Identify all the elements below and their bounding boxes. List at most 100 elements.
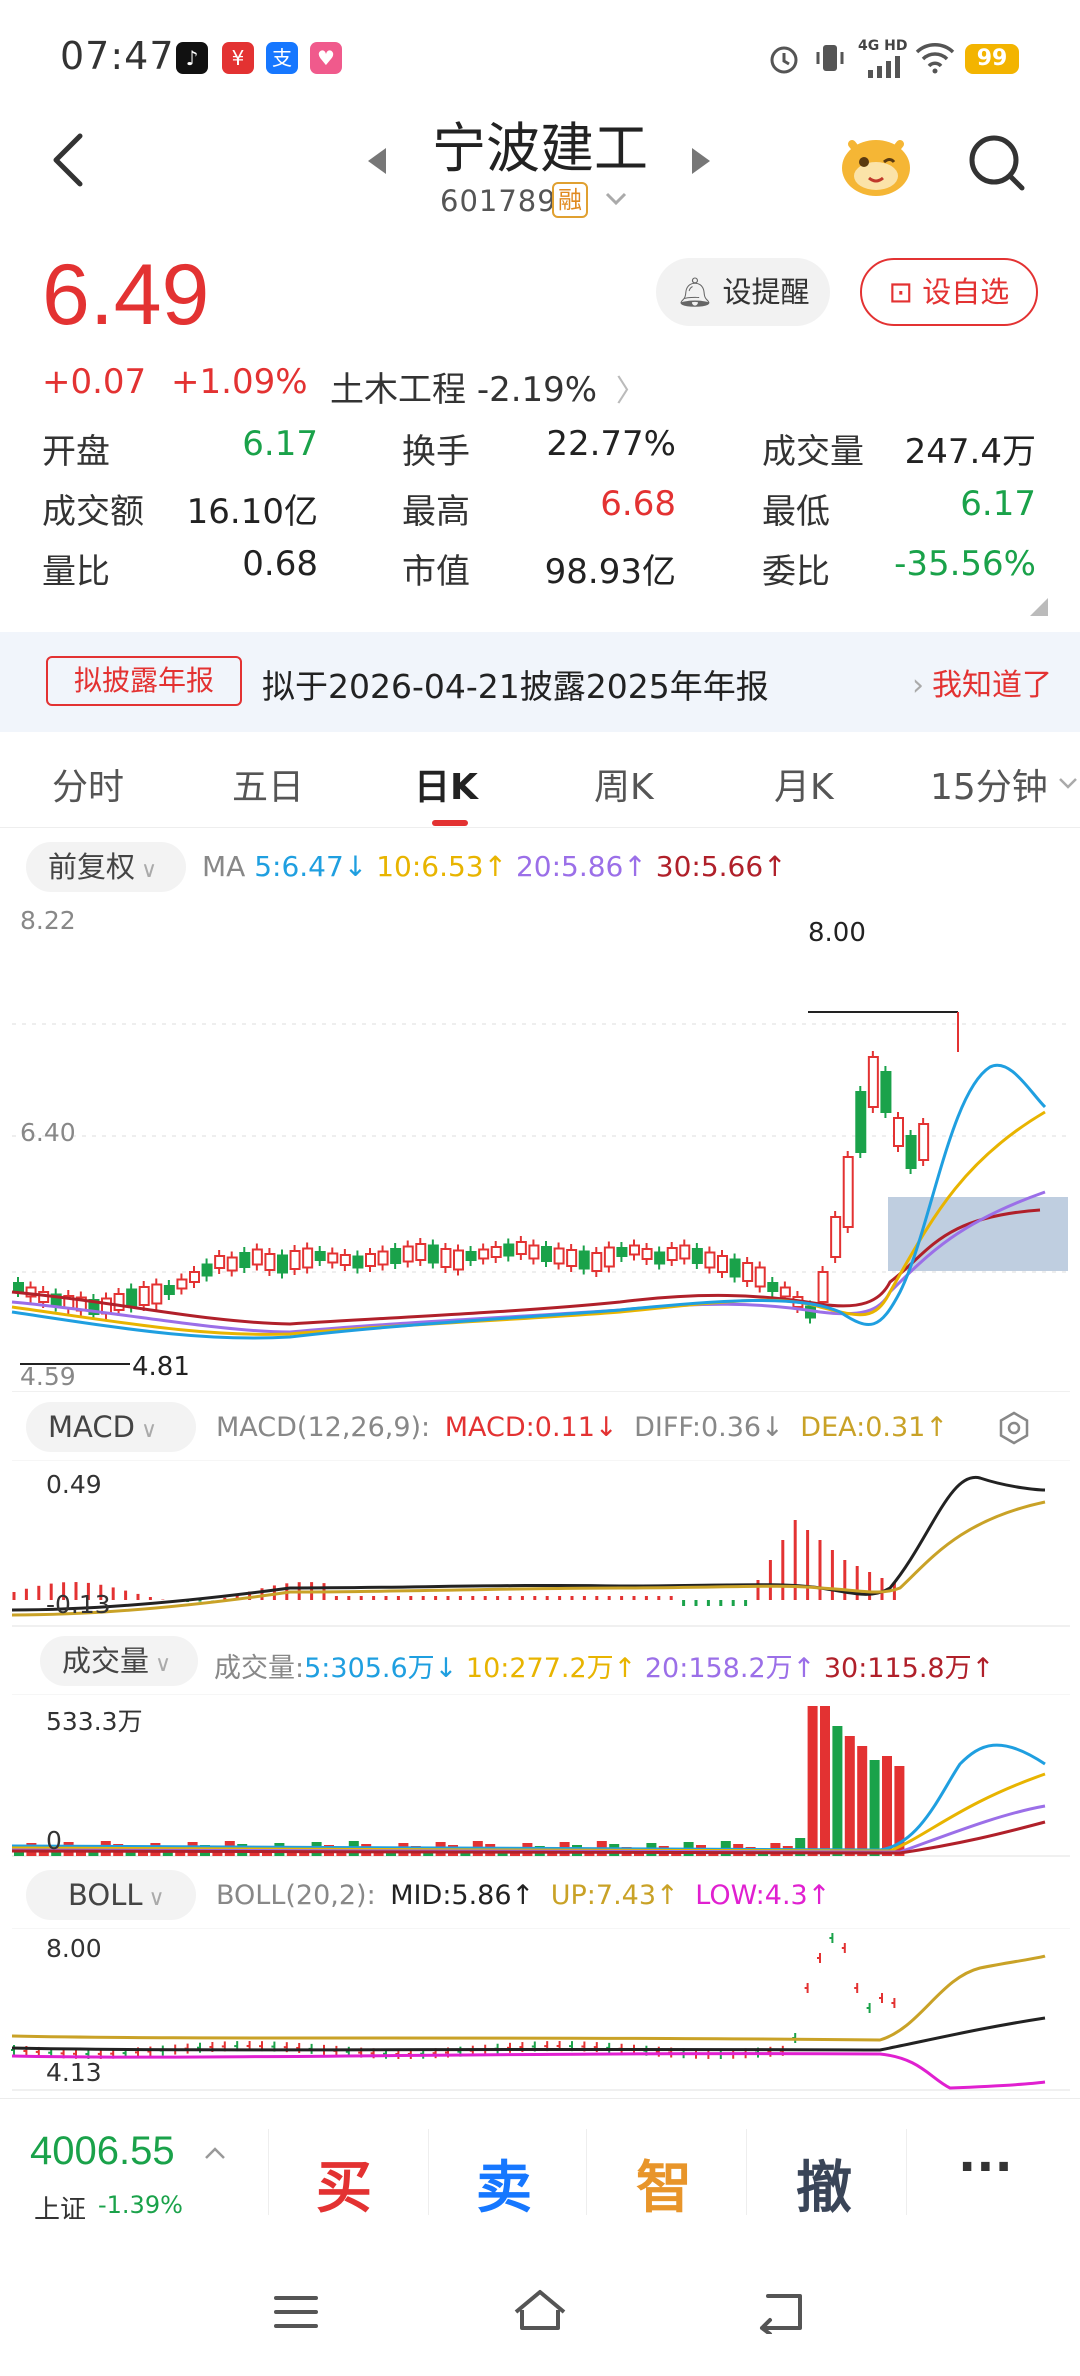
taobao-icon: ♥ <box>310 42 342 74</box>
chevron-up-icon[interactable] <box>204 2145 226 2161</box>
candle-body <box>767 1282 779 1292</box>
expand-corner-icon[interactable] <box>1030 598 1048 616</box>
adjust-selector[interactable]: 前复权 ∨ <box>26 842 186 892</box>
boll-up: UP:7.43↑ <box>550 1880 679 1911</box>
home-icon[interactable] <box>510 2286 570 2334</box>
volume-selector[interactable]: 成交量 ∨ <box>40 1636 198 1686</box>
candle-body <box>377 1250 389 1266</box>
boll-chart[interactable] <box>0 1928 1080 2092</box>
candle-body <box>503 1243 515 1257</box>
low-marker: 4.81 <box>132 1352 190 1382</box>
tab-monthly-k[interactable]: 月K <box>774 758 834 810</box>
stat-label: 换手 <box>402 432 470 472</box>
add-watchlist-button[interactable]: ⊡ 设自选 <box>860 258 1038 326</box>
trade-bar: 4006.55 上证 -1.39% 买 卖 智 撤 ··· <box>0 2098 1080 2246</box>
add-watchlist-label: 设自选 <box>922 275 1010 309</box>
chevron-down-icon[interactable] <box>1058 776 1078 790</box>
search-icon[interactable] <box>966 132 1028 194</box>
stat-label: 开盘 <box>42 432 110 472</box>
macd-params: MACD(12,26,9): <box>216 1412 431 1443</box>
candle-body <box>415 1243 427 1261</box>
macd-legend: MACD(12,26,9): MACD:0.11↓ DIFF:0.36↓ DEA… <box>216 1412 948 1443</box>
chevron-right-icon: 〉 <box>615 374 646 409</box>
candle-body <box>251 1248 263 1266</box>
next-stock-icon[interactable] <box>688 146 712 176</box>
candle-body <box>352 1255 364 1269</box>
tab-intraday[interactable]: 分时 <box>52 758 124 810</box>
annual-report-notice: 拟披露年报 拟于2026-04-21披露2025年年报 › 我知道了 <box>0 632 1080 732</box>
stat-value: 6.17 <box>242 424 318 464</box>
diff-value: DIFF:0.36↓ <box>634 1412 784 1443</box>
stat-label: 最高 <box>402 492 470 532</box>
divider <box>906 2129 907 2215</box>
stat-label: 成交量 <box>762 432 864 472</box>
chat-dots-icon: ⊡ <box>888 275 914 309</box>
tab-daily-k[interactable]: 日K <box>414 758 478 810</box>
sector-link[interactable]: 土木工程 -2.19% 〉 <box>330 362 646 411</box>
stat-label: 市值 <box>402 552 470 592</box>
change-percent: +1.09% <box>171 362 308 402</box>
buy-button[interactable]: 买 <box>316 2143 372 2224</box>
chevron-down-icon[interactable] <box>604 190 628 208</box>
macd-selector[interactable]: MACD ∨ <box>26 1402 196 1452</box>
index-value[interactable]: 4006.55 <box>30 2129 175 2174</box>
candle-body <box>918 1123 930 1161</box>
candle-body <box>654 1251 666 1265</box>
candle-body <box>704 1251 716 1269</box>
divider <box>268 2129 269 2215</box>
back-nav-icon[interactable] <box>754 2290 806 2334</box>
stock-name: 宁波建工 <box>432 117 648 180</box>
chevron-down-icon: ∨ <box>155 1652 172 1677</box>
menu-icon[interactable] <box>272 2292 320 2332</box>
set-alert-button[interactable]: 🔔︎ 设提醒 <box>656 258 830 326</box>
candle-body <box>277 1254 288 1274</box>
index-name: 上证 <box>34 2195 87 2225</box>
current-price: 6.49 <box>42 247 210 343</box>
candle-body <box>830 1216 842 1258</box>
cancel-order-button[interactable]: 撤 <box>796 2143 852 2224</box>
stat-value: 6.68 <box>600 484 676 524</box>
volume-bar <box>807 1706 818 1856</box>
sell-button[interactable]: 卖 <box>476 2143 532 2224</box>
candle-body <box>440 1248 452 1268</box>
candle-body <box>691 1248 703 1264</box>
notice-dismiss-button[interactable]: › 我知道了 <box>912 660 1052 704</box>
volume-chart[interactable] <box>0 1694 1080 1858</box>
volume-legend: 成交量:5:305.6万↓ 10:277.2万↑ 20:158.2万↑ 30:1… <box>214 1646 994 1685</box>
candle-body <box>264 1253 276 1271</box>
candle-body <box>138 1286 150 1306</box>
more-button[interactable]: ··· <box>958 2139 1013 2195</box>
candle-body <box>327 1252 339 1264</box>
boll-axis-max: 8.00 <box>46 1934 102 1963</box>
tiktok-icon: ♪ <box>176 42 208 74</box>
settings-icon[interactable] <box>996 1410 1032 1446</box>
candle-body <box>151 1283 163 1305</box>
candle-body <box>603 1246 615 1268</box>
candlestick-chart[interactable] <box>0 892 1080 1392</box>
stat-label: 最低 <box>762 492 830 532</box>
candle-body <box>126 1288 138 1308</box>
bell-icon: 🔔︎ <box>676 275 714 309</box>
ma5-value: 5:6.47↓ <box>254 850 368 883</box>
stat-label: 委比 <box>762 552 830 592</box>
mascot-icon[interactable] <box>836 122 916 202</box>
candle-body <box>717 1255 728 1273</box>
tab-five-day[interactable]: 五日 <box>232 758 304 810</box>
macd-axis-max: 0.49 <box>46 1470 102 1499</box>
smart-button[interactable]: 智 <box>636 2143 692 2224</box>
candle-body <box>905 1135 917 1169</box>
network-type: 4G HD <box>858 38 908 54</box>
tab-15min[interactable]: 15分钟 <box>930 758 1048 810</box>
candle-body <box>402 1245 414 1263</box>
candle-body <box>817 1271 829 1303</box>
macd-chart[interactable] <box>0 1460 1080 1628</box>
vol-ma20: 20:158.2万↑ <box>644 1653 816 1684</box>
margin-trading-badge: 融 <box>552 182 588 218</box>
boll-selector[interactable]: BOLL ∨ <box>26 1870 196 1920</box>
candle-body <box>528 1244 540 1260</box>
stat-label: 成交额 <box>42 492 144 532</box>
dea-value: DEA:0.31↑ <box>800 1412 948 1443</box>
candle-body <box>390 1248 402 1264</box>
vol-ma10: 10:277.2万↑ <box>465 1653 637 1684</box>
tab-weekly-k[interactable]: 周K <box>594 758 654 810</box>
